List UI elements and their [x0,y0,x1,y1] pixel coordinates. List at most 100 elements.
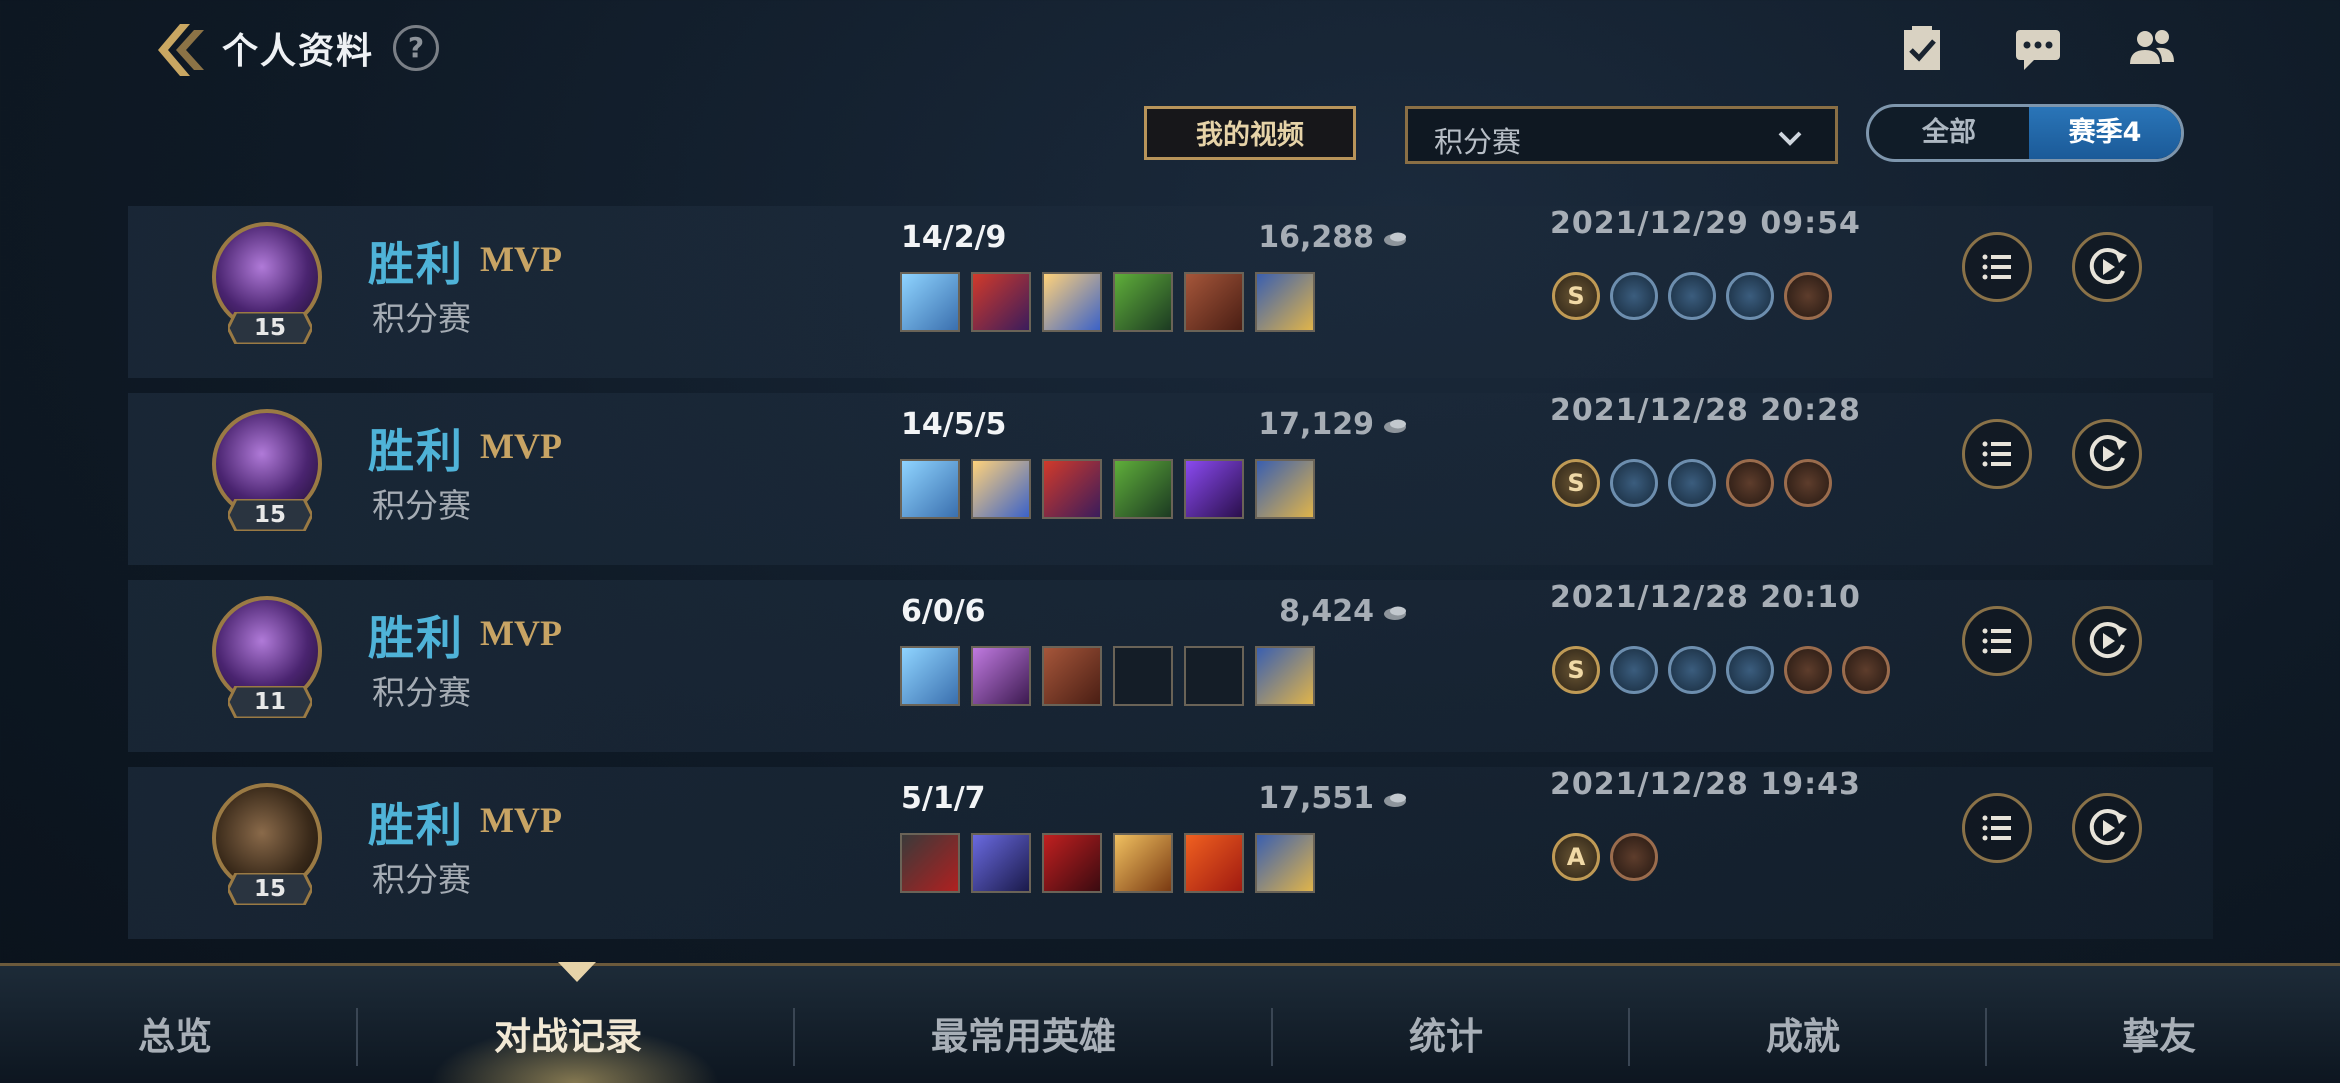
rune-blue-icon [1668,272,1716,320]
item-wizard-hat-icon[interactable] [971,272,1031,332]
replay-icon [2089,809,2127,846]
bottom-nav: 总览 对战记录 最常用英雄 统计 成就 挚友 [0,962,2340,1083]
tab-statistics[interactable]: 统计 [1409,1006,1483,1060]
rune-blue-icon [1726,646,1774,694]
item-trinket-icon[interactable] [1255,646,1315,706]
gold-coins-icon [1384,232,1406,246]
item-tome-icon[interactable] [1042,646,1102,706]
help-icon[interactable]: ? [393,25,439,71]
active-tab-caret-icon [558,962,596,982]
match-row[interactable]: 15 胜利 MVP 积分赛 14/2/9 16,288 2021/12/29 09:54 S [128,200,2213,380]
item-dagger-icon[interactable] [1113,272,1173,332]
match-details-button[interactable] [1962,232,2032,302]
item-trinket-icon[interactable] [1255,459,1315,519]
rune-blue-icon [1668,459,1716,507]
match-details-button[interactable] [1962,606,2032,676]
item-rabadon-icon[interactable] [900,646,960,706]
kda: 14/2/9 [901,220,1007,255]
item-rabadon-icon[interactable] [900,272,960,332]
champion-level: 11 [253,689,286,715]
match-row[interactable]: 15 胜利 MVP 积分赛 14/5/5 17,129 2021/12/28 20:28 S [128,387,2213,567]
tab-top-champions[interactable]: 最常用英雄 [931,1006,1116,1060]
tab-divider [1628,1008,1630,1066]
friends-icon[interactable] [2126,22,2178,74]
tab-divider [1985,1008,1987,1066]
queue-mode-select[interactable]: 积分赛 [1405,106,1838,164]
mvp-badge: MVP [480,800,562,840]
checklist-icon[interactable] [1896,22,1948,74]
chat-icon[interactable] [2012,22,2064,74]
season-toggle: 全部 赛季4 [1866,104,2184,162]
replay-icon [2089,248,2127,285]
gold-value: 17,551 [1258,781,1374,816]
queue-type: 积分赛 [372,486,471,525]
kda: 6/0/6 [901,594,986,629]
item-wizard-hat-icon[interactable] [1042,459,1102,519]
rune-bronze-icon [1842,646,1890,694]
item-sword-icon[interactable] [1113,833,1173,893]
rune-blue-icon [1668,646,1716,694]
match-date: 2021/12/28 20:10 [1550,580,1861,615]
match-details-button[interactable] [1962,419,2032,489]
season-option-all[interactable]: 全部 [1869,107,2029,159]
grade-badge: A [1552,833,1600,881]
match-result: 胜利 [368,424,464,478]
item-trinket-icon[interactable] [1255,272,1315,332]
item-claw-icon[interactable] [1042,833,1102,893]
match-replay-button[interactable] [2072,232,2142,302]
tab-match-history[interactable]: 对战记录 [494,1006,642,1060]
match-replay-button[interactable] [2072,419,2142,489]
item-spear-icon[interactable] [971,833,1031,893]
match-details-button[interactable] [1962,793,2032,863]
item-tome-icon[interactable] [1184,272,1244,332]
tab-overview[interactable]: 总览 [138,1006,212,1060]
tab-best-friends[interactable]: 挚友 [2122,1006,2196,1060]
empty-item-slot[interactable] [1184,646,1244,706]
my-videos-button[interactable]: 我的视频 [1144,106,1356,160]
match-row[interactable]: 15 胜利 MVP 积分赛 5/1/7 17,551 2021/12/28 19:43 A [128,761,2213,941]
tab-divider [1271,1008,1273,1066]
rune-bronze-icon [1726,459,1774,507]
item-dagger-icon[interactable] [1113,459,1173,519]
item-orb-icon[interactable] [1042,272,1102,332]
gold-coins-icon [1384,606,1406,620]
list-icon [1982,628,2011,654]
item-potion-icon[interactable] [1184,833,1244,893]
mvp-badge: MVP [480,426,562,466]
empty-item-slot[interactable] [1113,646,1173,706]
match-result: 胜利 [368,237,464,291]
item-void-staff-icon[interactable] [1184,459,1244,519]
item-rabadon-icon[interactable] [900,459,960,519]
back-arrow-icon[interactable] [150,20,210,80]
rune-bronze-icon [1784,459,1832,507]
level-badge: 11 [226,684,314,720]
champion-level: 15 [253,315,286,341]
level-badge: 15 [226,871,314,907]
match-date: 2021/12/29 09:54 [1550,206,1861,241]
season-option-season4[interactable]: 赛季4 [2029,107,2181,159]
item-trinket-icon[interactable] [1255,833,1315,893]
item-orb-icon[interactable] [971,459,1031,519]
mvp-badge: MVP [480,239,562,279]
replay-icon [2089,435,2127,472]
gold-earned: 17,551 [1148,781,1408,816]
tab-achievements[interactable]: 成就 [1766,1006,1840,1060]
item-crystal-scepter-icon[interactable] [971,646,1031,706]
gold-coins-icon [1384,419,1406,433]
match-result: 胜利 [368,798,464,852]
gold-value: 8,424 [1279,594,1374,629]
rune-blue-icon [1726,272,1774,320]
gold-earned: 17,129 [1148,407,1408,442]
level-badge: 15 [226,310,314,346]
match-replay-button[interactable] [2072,606,2142,676]
rune-bronze-icon [1784,646,1832,694]
match-date: 2021/12/28 20:28 [1550,393,1861,428]
list-icon [1982,254,2011,280]
grade-badge: S [1552,646,1600,694]
match-row[interactable]: 11 胜利 MVP 积分赛 6/0/6 8,424 2021/12/28 20:10 S [128,574,2213,754]
kda: 14/5/5 [901,407,1007,442]
tab-divider [793,1008,795,1066]
queue-type: 积分赛 [372,299,471,338]
match-replay-button[interactable] [2072,793,2142,863]
item-black-cleaver-icon[interactable] [900,833,960,893]
